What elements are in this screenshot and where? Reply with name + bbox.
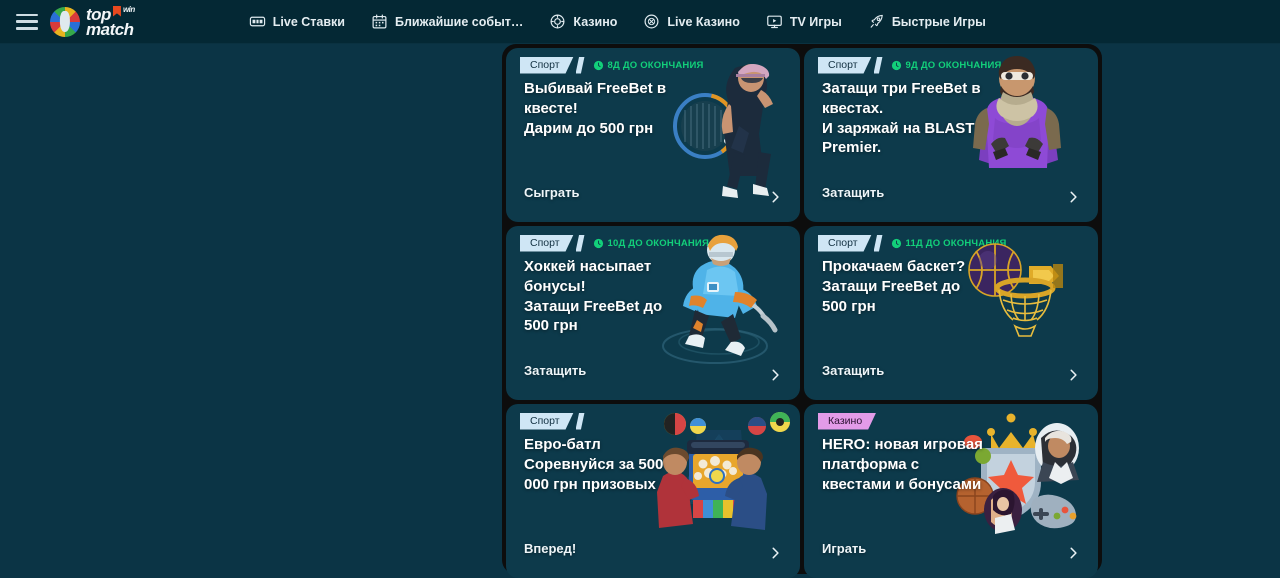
hamburger-icon[interactable] [16,13,38,30]
tag-accent-shape [575,412,585,430]
promo-cta-label: Затащить [524,363,587,378]
card-badges: Спорт 9Д ДО ОКОНЧАНИЯ [804,48,1098,74]
clock-icon [891,238,901,248]
promo-title: Евро-батл Соревнуйся за 500 000 грн приз… [524,436,664,493]
card-badges: Спорт 8Д ДО ОКОНЧАНИЯ [506,48,800,74]
tag-accent-shape [873,56,883,74]
promo-card[interactable]: Спорт 9Д ДО ОКОНЧАНИЯ Затащи три FreeBet… [804,48,1098,222]
category-tag: Спорт [818,57,872,74]
promo-card[interactable]: Спорт 11Д ДО ОКОНЧАНИЯ Прокачаем баскет?… [804,226,1098,400]
nav-label: Ближайшие событ… [395,14,524,29]
chevron-right-icon[interactable] [768,546,782,560]
casino-chip-icon [550,14,565,29]
category-tag: Спорт [520,413,574,430]
nav-label: Казино [573,14,618,29]
nav-item-live-casino[interactable]: Live Казино [643,13,740,30]
chevron-right-icon[interactable] [768,190,782,204]
nav-label: TV Игры [789,14,842,29]
card-badges: Спорт 10Д ДО ОКОНЧАНИЯ [506,226,800,252]
tag-accent-shape [873,234,883,252]
rocket-icon [870,14,883,28]
live-casino-icon [644,14,659,29]
nav-item-upcoming-events[interactable]: Ближайшие событ… [371,13,523,30]
top-header: top win match Live Ставки Ближайшие собы… [0,0,1280,44]
live-betting-icon [249,16,265,27]
countdown-label: 10Д ДО ОКОНЧАНИЯ [607,237,709,249]
countdown-label: 8Д ДО ОКОНЧАНИЯ [607,59,704,71]
promo-title: HERO: новая игровая платформа с квестами… [822,436,983,493]
nav-label: Live Ставки [272,14,345,29]
promo-title: Хоккей насыпает бонусы! Затащи FreeBet д… [524,258,663,335]
hamburger-line [16,27,38,30]
clock-icon [593,60,603,70]
promo-card[interactable]: Спорт 8Д ДО ОКОНЧАНИЯ Выбивай FreeBet в … [506,48,800,222]
logo-superscript: win [122,4,135,14]
chevron-right-icon[interactable] [768,368,782,382]
card-badges: Спорт [506,404,800,430]
promo-cta-label: Сыграть [524,185,580,200]
tv-icon [767,15,782,29]
nav-item-casino[interactable]: Казино [549,13,617,30]
countdown-badge: 9Д ДО ОКОНЧАНИЯ [891,60,1002,71]
nav-label: Live Казино [667,14,740,29]
tag-accent-shape [575,234,585,252]
promo-cta-label: Играть [822,541,867,556]
main-navigation: Live Ставки Ближайшие событ… Казино Live… [249,13,986,30]
logo-mark-icon [50,6,80,37]
site-logo[interactable]: top win match [50,4,135,39]
calendar-icon [372,14,387,29]
clock-icon [593,238,603,248]
tag-accent-shape [575,56,585,74]
category-tag: Спорт [520,57,574,74]
countdown-badge: 10Д ДО ОКОНЧАНИЯ [593,238,709,249]
chevron-right-icon[interactable] [1066,546,1080,560]
card-badges: Казино [804,404,1098,426]
promo-title: Выбивай FreeBet в квесте! Дарим до 500 г… [524,80,667,137]
category-tag: Спорт [818,235,872,252]
promo-card[interactable]: Спорт Евро-батл Соревнуйся за 500 000 гр… [506,404,800,578]
promo-card[interactable]: Спорт 10Д ДО ОКОНЧАНИЯ Хоккей насыпает б… [506,226,800,400]
flag-icon [112,5,121,17]
promo-title: Прокачаем баскет? Затащи FreeBet до 500 … [822,258,966,315]
card-badges: Спорт 11Д ДО ОКОНЧАНИЯ [804,226,1098,252]
logo-wordmark: top win match [86,4,135,39]
category-tag: Казино [818,413,876,430]
logo-text-bottom: match [86,19,134,39]
countdown-badge: 11Д ДО ОКОНЧАНИЯ [891,238,1007,249]
clock-icon [891,60,901,70]
nav-item-tv-games[interactable]: TV Игры [766,13,842,30]
chevron-right-icon[interactable] [1066,368,1080,382]
nav-item-fast-games[interactable]: Быстрые Игры [868,13,986,30]
hamburger-line [16,13,38,16]
promo-cta-label: Вперед! [524,541,577,556]
chevron-right-icon[interactable] [1066,190,1080,204]
countdown-label: 9Д ДО ОКОНЧАНИЯ [905,59,1002,71]
promo-cta-label: Затащить [822,363,885,378]
countdown-label: 11Д ДО ОКОНЧАНИЯ [905,237,1007,249]
nav-item-live-betting[interactable]: Live Ставки [249,13,345,30]
promo-card[interactable]: Казино HERO: новая игровая платформа с к… [804,404,1098,578]
countdown-badge: 8Д ДО ОКОНЧАНИЯ [593,60,704,71]
category-tag: Спорт [520,235,574,252]
promo-card-deck: Спорт 8Д ДО ОКОНЧАНИЯ Выбивай FreeBet в … [502,44,1102,578]
hamburger-line [16,20,38,23]
promo-title: Затащи три FreeBet в квестах. И заряжай … [822,80,981,157]
nav-label: Быстрые Игры [891,14,986,29]
promo-cta-label: Затащить [822,185,885,200]
